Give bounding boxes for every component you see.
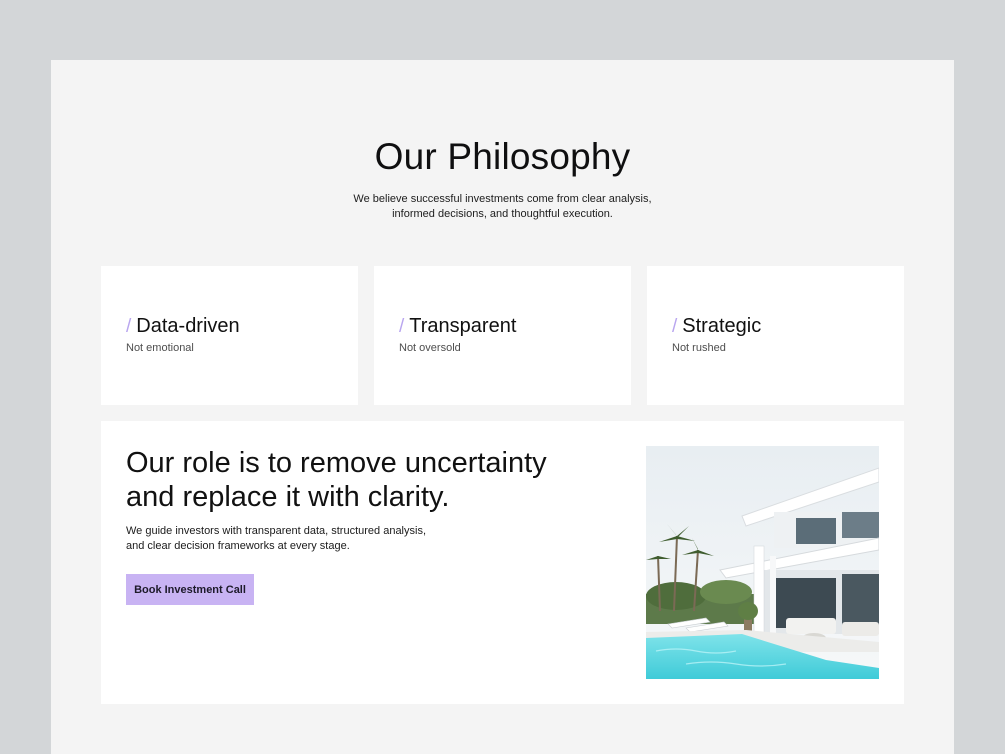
slash-mark: /: [126, 316, 132, 337]
villa-illustration: [646, 446, 879, 679]
value-card-transparent: / Transparent Not oversold: [374, 266, 631, 405]
card-subtitle: Not emotional: [126, 342, 194, 354]
subtitle-line-2: informed decisions, and thoughtful execu…: [392, 208, 613, 220]
card-subtitle: Not rushed: [672, 342, 726, 354]
value-card-data-driven: / Data-driven Not emotional: [101, 266, 358, 405]
headline-line-1: Our role is to remove uncertainty: [126, 447, 547, 479]
card-title: / Data-driven: [126, 315, 240, 338]
slash-mark: /: [399, 316, 405, 337]
card-title: / Strategic: [672, 315, 761, 338]
body-line-2: and clear decision frameworks at every s…: [126, 540, 350, 552]
book-investment-call-button[interactable]: Book Investment Call: [126, 574, 254, 605]
feature-body: We guide investors with transparent data…: [126, 524, 426, 554]
value-card-strategic: / Strategic Not rushed: [647, 266, 904, 405]
slash-mark: /: [672, 316, 678, 337]
philosophy-section: Our Philosophy We believe successful inv…: [51, 60, 954, 754]
role-feature-card: Our role is to remove uncertainty and re…: [101, 421, 904, 704]
card-title-text: Strategic: [682, 315, 762, 337]
feature-headline: Our role is to remove uncertainty and re…: [126, 446, 606, 514]
card-subtitle: Not oversold: [399, 342, 461, 354]
card-title-text: Transparent: [409, 315, 517, 337]
section-title: Our Philosophy: [374, 136, 631, 177]
card-title-text: Data-driven: [136, 315, 240, 337]
card-title: / Transparent: [399, 315, 516, 338]
villa-pool-photo: [646, 446, 879, 679]
headline-line-2: and replace it with clarity.: [126, 481, 450, 513]
body-line-1: We guide investors with transparent data…: [126, 525, 427, 537]
subtitle-line-1: We believe successful investments come f…: [353, 193, 652, 205]
section-subtitle: We believe successful investments come f…: [51, 192, 954, 222]
